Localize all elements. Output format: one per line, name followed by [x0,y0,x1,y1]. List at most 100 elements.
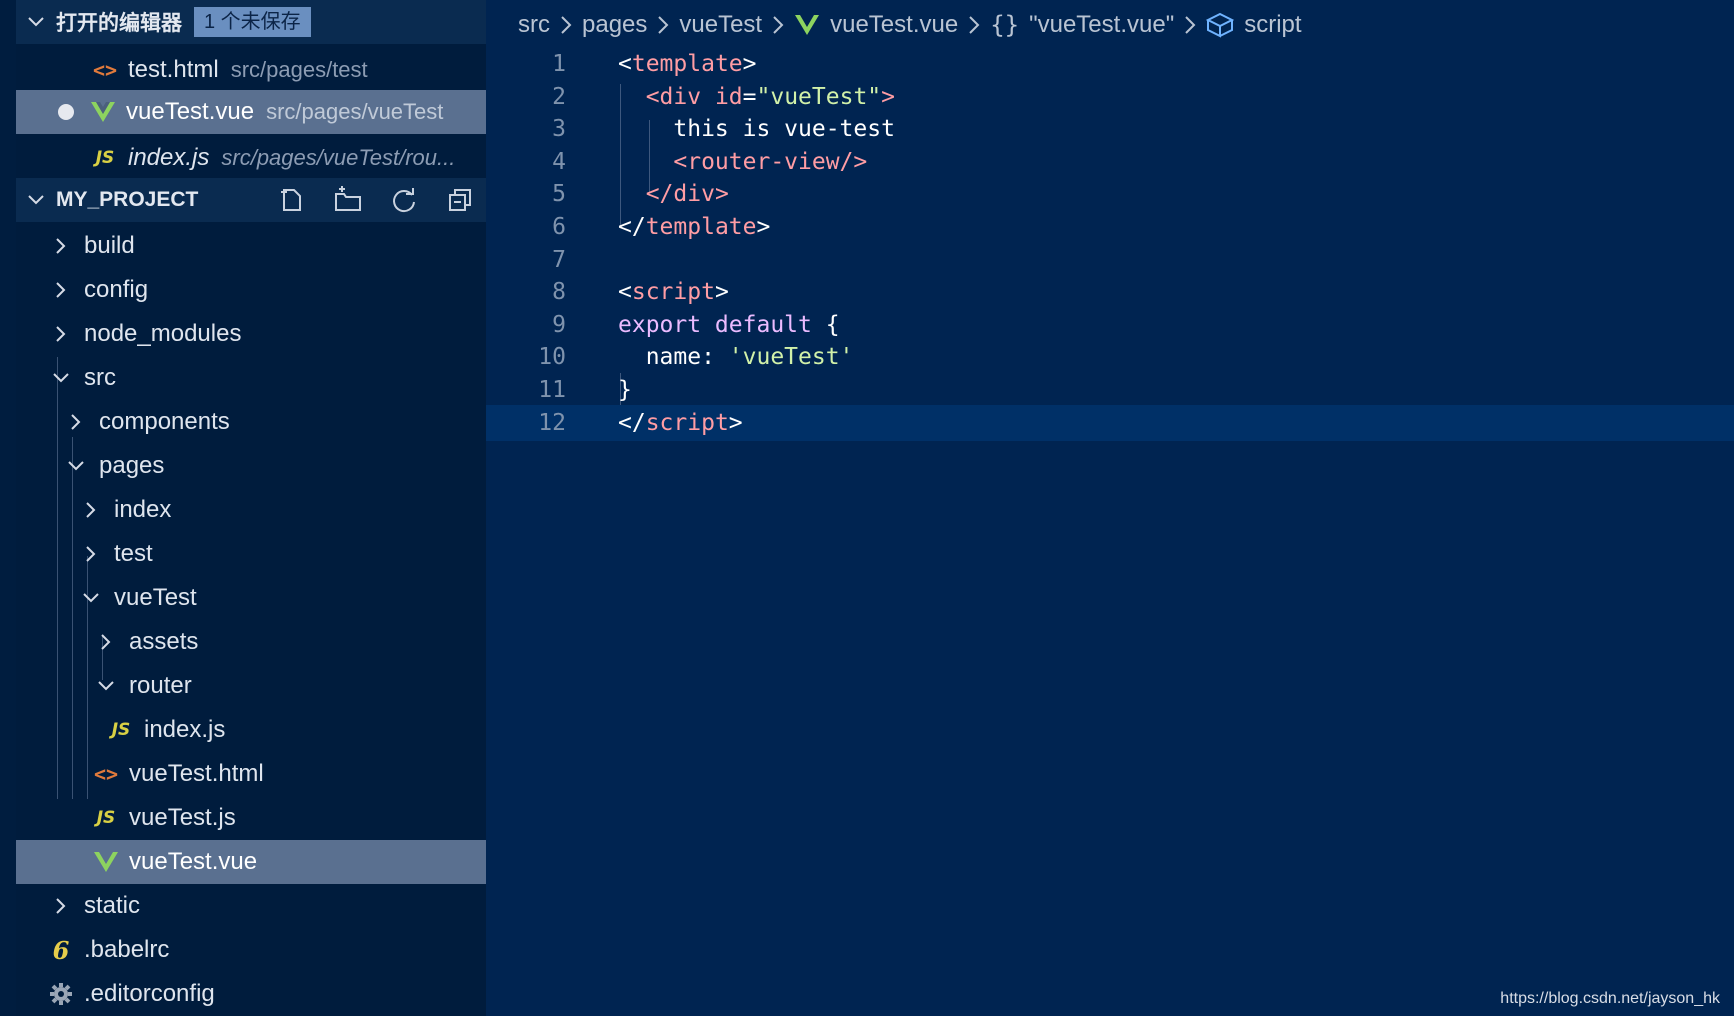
code-text: <router-view/> [618,144,867,180]
line-number: 7 [552,247,566,273]
unsaved-dot-icon[interactable] [58,104,74,120]
code-text: this is vue-test [618,111,895,147]
line-number: 12 [538,410,566,436]
code-text: <script> [618,274,729,310]
line-number: 9 [552,312,566,338]
line-number: 1 [552,51,566,77]
watermark: https://blog.csdn.net/jayson_hk [1500,990,1720,1007]
chevron-down-icon [76,583,106,613]
tree-item-label: node_modules [84,320,242,347]
code-token: export default [618,312,826,338]
open-editor-name: test.html [128,56,219,83]
open-editor-item[interactable]: <> test.html src/pages/test [16,48,486,92]
code-line[interactable]: 1 <template> [486,46,1734,82]
chevron-down-icon [16,12,56,32]
tree-item[interactable]: build [16,224,486,268]
tree-item[interactable]: JS index.js [16,708,486,752]
code-token: </div> [645,181,729,207]
line-number: 10 [538,344,566,370]
tree-item[interactable]: .editorconfig [16,972,486,1016]
tree-item-label: vueTest.html [129,760,264,787]
code-line[interactable]: 2 <div id="vueTest"> [486,79,1734,115]
breadcrumb-item[interactable]: pages [582,11,647,39]
js-icon: JS [111,720,131,740]
tree-item[interactable]: pages [16,444,486,488]
editor: src pages vueTest vueTest.vue {} "vueTes… [486,0,1734,1016]
breadcrumb-item[interactable]: vueTest.vue [830,11,958,39]
sidebar: 打开的编辑器 1 个未保存 <> test.html src/pages/tes… [0,0,486,1016]
new-file-icon[interactable] [276,184,308,216]
chevron-right-icon [46,275,76,305]
code-line[interactable]: 8 <script> [486,274,1734,310]
open-editor-name: vueTest.vue [126,98,255,125]
chevron-down-icon [16,190,56,210]
vue-icon [88,97,118,127]
tree-item[interactable]: JS vueTest.js [16,796,486,840]
tree-item-label: static [84,892,141,919]
tree-item[interactable]: components [16,400,486,444]
tree-item[interactable]: <> vueTest.html [16,752,486,796]
code-token: <router-view/> [673,149,868,175]
tree-item[interactable]: vueTest.vue [16,840,486,884]
code-line[interactable]: 9 export default { [486,307,1734,343]
code-text: <template> [618,46,757,82]
tree-item-label: vueTest.vue [129,848,258,875]
new-folder-icon[interactable] [332,184,364,216]
tree-item-label: vueTest.js [129,804,236,831]
code-text: </div> [618,176,729,212]
breadcrumb-item[interactable]: vueTest [679,11,762,39]
code-line[interactable]: 7 [486,242,1734,278]
tree-item[interactable]: router [16,664,486,708]
open-editor-name: index.js [128,144,210,171]
open-editor-path: src/pages/vueTest [266,99,444,124]
tree-item[interactable]: vueTest [16,576,486,620]
html-icon: <> [92,58,118,82]
code-text: name: 'vueTest' [618,339,854,375]
open-editors-header[interactable]: 打开的编辑器 1 个未保存 [16,0,486,44]
unsaved-badge: 1 个未保存 [194,7,311,37]
tree-item-label: config [84,276,149,303]
tree-item[interactable]: static [16,884,486,928]
code-token: script [645,410,729,436]
code-text: </template> [618,209,770,245]
breadcrumb-item[interactable]: "vueTest.vue" [1029,11,1174,39]
open-editor-item[interactable]: JS index.js src/pages/vueTest/rou... [16,136,486,180]
line-number: 3 [552,116,566,142]
chevron-right-icon [560,15,572,35]
tree-item[interactable]: node_modules [16,312,486,356]
refresh-icon[interactable] [388,184,420,216]
tree-item[interactable]: 6 .babelrc [16,928,486,972]
tree-item[interactable]: assets [16,620,486,664]
chevron-right-icon [61,407,91,437]
project-header[interactable]: MY_PROJECT [16,178,486,222]
tree-item-label: pages [99,452,165,479]
code-token: "vueTest" [756,84,882,110]
code-token: > [742,51,757,77]
breadcrumb-item[interactable]: src [518,11,550,39]
code-token: < [618,51,632,77]
collapse-all-icon[interactable] [444,184,476,216]
code-token: <div [645,84,715,110]
code-line[interactable]: 5 </div> [486,176,1734,212]
code-line[interactable]: 11} [486,372,1734,408]
line-number: 4 [552,149,566,175]
code-line[interactable]: 4 <router-view/> [486,144,1734,180]
code-line[interactable]: 12 </script> [486,405,1734,441]
tree-item[interactable]: index [16,488,486,532]
code-token: template [645,214,757,240]
tree-item[interactable]: src [16,356,486,400]
tree-item-label: assets [129,628,199,655]
tree-item[interactable]: test [16,532,486,576]
code-line[interactable]: 6 </template> [486,209,1734,245]
breadcrumb-item[interactable]: script [1244,11,1301,39]
chevron-right-icon [1184,15,1196,35]
gear-icon [46,979,76,1009]
code-line[interactable]: 3 this is vue-test [486,111,1734,147]
tree-item-label: src [84,364,116,391]
tree-item[interactable]: config [16,268,486,312]
code-line[interactable]: 10 name: 'vueTest' [486,339,1734,375]
open-editor-item[interactable]: vueTest.vue src/pages/vueTest [16,90,486,134]
